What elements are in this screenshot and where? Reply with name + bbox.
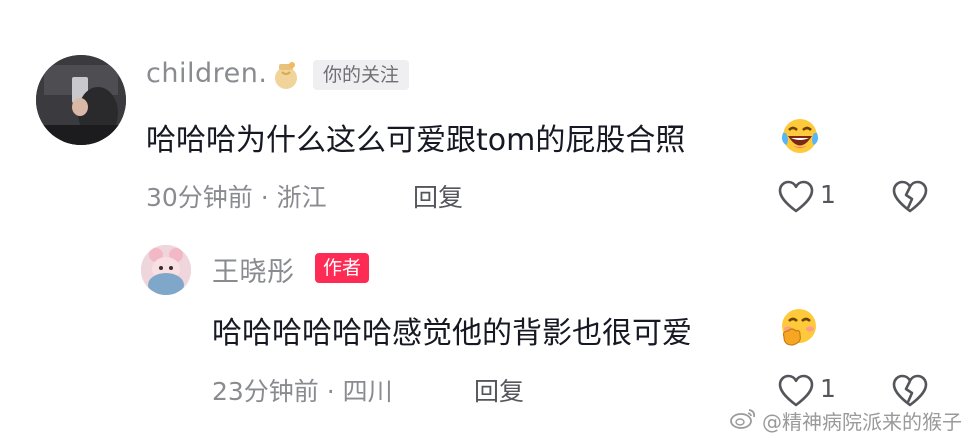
comment-text: 哈哈哈为什么这么可爱跟tom的屁股合照 (146, 123, 686, 158)
comment-text: 哈哈哈哈哈哈感觉他的背影也很可爱 (212, 316, 692, 351)
broken-heart-icon[interactable] (892, 374, 928, 408)
like-count: 1 (820, 374, 836, 403)
avatar[interactable] (36, 55, 126, 145)
honey-jar-icon (272, 60, 300, 90)
reply-time-location: 23分钟前 · 四川 (212, 377, 393, 406)
heart-outline-icon[interactable] (778, 180, 814, 214)
avatar[interactable] (141, 245, 191, 295)
watermark-text: @精神病院派来的猴子 (762, 410, 962, 434)
laughing-tears-emoji (780, 115, 820, 155)
follow-badge: 你的关注 (313, 60, 410, 90)
giggle-emoji (778, 307, 818, 347)
weibo-logo-icon (730, 407, 756, 434)
reply-button[interactable]: 回复 (413, 178, 463, 214)
watermark: @精神病院派来的猴子 (730, 406, 962, 435)
author-badge: 作者 (315, 253, 370, 283)
reply-button[interactable]: 回复 (474, 372, 524, 408)
comment-time-location: 30分钟前 · 浙江 (146, 183, 327, 212)
heart-outline-icon[interactable] (778, 374, 814, 408)
like-count: 1 (820, 180, 836, 209)
username[interactable]: 王晓彤 (212, 250, 295, 289)
broken-heart-icon[interactable] (892, 180, 928, 214)
username[interactable]: children. (146, 58, 267, 89)
